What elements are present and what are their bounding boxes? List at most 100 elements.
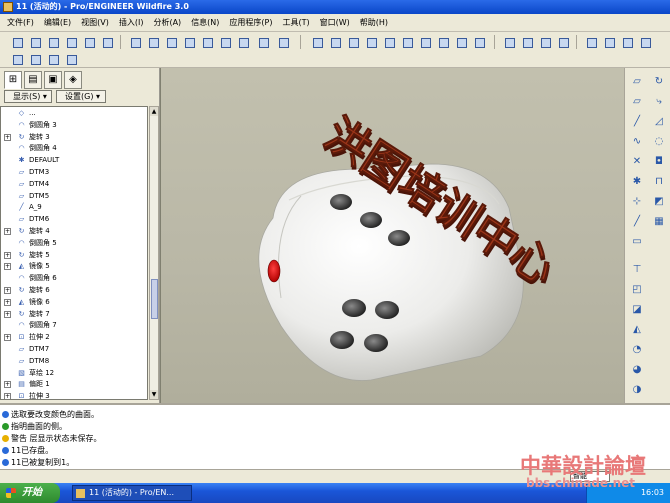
scroll-up-arrow-icon[interactable]: ▲: [150, 107, 158, 116]
regenerate-icon[interactable]: [236, 35, 250, 49]
tree-row[interactable]: + ◭ 镜像 5: [1, 260, 147, 272]
tree-row[interactable]: ◇...: [1, 107, 147, 119]
repaint-icon[interactable]: [310, 35, 324, 49]
find-icon[interactable]: [256, 35, 270, 49]
settings-dropdown[interactable]: 设置(G) ▾: [56, 90, 106, 103]
start-button[interactable]: 开始: [0, 483, 60, 503]
menu-help[interactable]: 帮助(H): [355, 14, 393, 32]
shell-tool-icon[interactable]: ◘: [653, 156, 665, 168]
datum-points-icon[interactable]: [620, 35, 634, 49]
new-file-icon[interactable]: [10, 35, 24, 49]
selection-box-icon[interactable]: [276, 35, 290, 49]
reorient-icon[interactable]: [418, 35, 432, 49]
datum-axes-icon[interactable]: [602, 35, 616, 49]
revolve-tool-icon[interactable]: ↻: [653, 76, 665, 88]
tree-row[interactable]: + ▤ 偏距 1: [1, 378, 147, 390]
point-tool-icon[interactable]: ✕: [631, 156, 643, 168]
spin-center-icon[interactable]: [328, 35, 342, 49]
context-help-icon[interactable]: [10, 52, 24, 66]
tree-row[interactable]: + ◭ 镜像 6: [1, 296, 147, 308]
analysis-tool-icon[interactable]: ⊹: [631, 196, 643, 208]
save-icon[interactable]: [46, 35, 60, 49]
menu-view[interactable]: 视图(V): [76, 14, 114, 32]
tree-row[interactable]: ◠ 倒圆角 6: [1, 272, 147, 284]
tree-row[interactable]: ▧ 草绘 12: [1, 367, 147, 379]
mirror-tool-icon[interactable]: ◭: [631, 324, 643, 336]
graphics-viewport[interactable]: 洪图培训中心 洪图培训中心: [160, 68, 624, 403]
expand-toggle-icon[interactable]: +: [4, 334, 11, 342]
tree-row[interactable]: ◠ 倒圆角 7: [1, 319, 147, 331]
folder-browser-tab[interactable]: ▤: [24, 71, 42, 89]
orient-mode-icon[interactable]: [346, 35, 360, 49]
refit-icon[interactable]: [400, 35, 414, 49]
hole-tool-icon[interactable]: ◌: [653, 136, 665, 148]
csys-tool-icon[interactable]: ✱: [631, 176, 643, 188]
tree-row[interactable]: + ⊡ 拉伸 3: [1, 390, 147, 399]
print-icon[interactable]: [64, 35, 78, 49]
email-link-icon[interactable]: [100, 35, 114, 49]
scroll-thumb[interactable]: [151, 279, 158, 319]
tree-row[interactable]: ▱ DTM7: [1, 343, 147, 355]
tree-row[interactable]: ▱ DTM8: [1, 355, 147, 367]
taskbar-item-proe[interactable]: 11 (活动的) - Pro/EN...: [72, 485, 192, 501]
expand-toggle-icon[interactable]: +: [4, 251, 11, 259]
no-hidden-icon[interactable]: [538, 35, 552, 49]
datum-plane-icon[interactable]: ▱: [631, 76, 643, 88]
merge-tool-icon[interactable]: ◕: [631, 364, 643, 376]
scroll-down-arrow-icon[interactable]: ▼: [150, 390, 158, 399]
curve-tool-icon[interactable]: ∿: [631, 136, 643, 148]
blend-tool-icon[interactable]: ◿: [653, 116, 665, 128]
tree-row[interactable]: + ↻ 旋转 4: [1, 225, 147, 237]
cut-icon[interactable]: [164, 35, 178, 49]
redo-icon[interactable]: [146, 35, 160, 49]
tree-row[interactable]: + ⊡ 拉伸 2: [1, 331, 147, 343]
chamfer-tool-icon[interactable]: ◪: [631, 304, 643, 316]
menu-edit[interactable]: 编辑(E): [39, 14, 76, 32]
expand-toggle-icon[interactable]: +: [4, 287, 11, 294]
grid-tool-icon[interactable]: ▦: [653, 216, 665, 228]
tree-row[interactable]: ▱ DTM3: [1, 166, 147, 178]
tree-row[interactable]: ╱ A_9: [1, 201, 147, 213]
tree-row[interactable]: ▱ DTM5: [1, 190, 147, 202]
trim-tool-icon[interactable]: ◑: [631, 384, 643, 396]
shading-icon[interactable]: [556, 35, 570, 49]
menu-info[interactable]: 信息(N): [186, 14, 224, 32]
model-tree-scrollbar[interactable]: ▲ ▼: [149, 106, 159, 400]
undo-icon[interactable]: [128, 35, 142, 49]
menu-tools[interactable]: 工具(T): [278, 14, 315, 32]
tree-row[interactable]: + ↻ 旋转 3: [1, 131, 147, 143]
sketch-tool-icon[interactable]: ╱: [631, 216, 643, 228]
round-tool-icon[interactable]: ◰: [631, 284, 643, 296]
coordinate-systems-icon[interactable]: [638, 35, 652, 49]
expand-toggle-icon[interactable]: +: [4, 133, 11, 141]
paste-special-icon[interactable]: [218, 35, 232, 49]
extrude-tool-icon[interactable]: ⊤: [631, 264, 643, 276]
model-tree-tab[interactable]: ⊞: [4, 71, 22, 89]
email-icon[interactable]: [82, 35, 96, 49]
paste-icon[interactable]: [200, 35, 214, 49]
connections-tab[interactable]: ◈: [64, 71, 82, 89]
axis-tool-icon[interactable]: ╱: [631, 116, 643, 128]
wireframe-icon[interactable]: [502, 35, 516, 49]
menu-window[interactable]: 窗口(W): [315, 14, 355, 32]
sketch-plane-icon[interactable]: ▭: [631, 236, 643, 248]
tree-row[interactable]: + ↻ 旋转 6: [1, 284, 147, 296]
expand-toggle-icon[interactable]: +: [4, 310, 11, 318]
sweep-tool-icon[interactable]: ⤷: [653, 96, 665, 108]
hidden-line-icon[interactable]: [520, 35, 534, 49]
zoom-out-icon[interactable]: [382, 35, 396, 49]
menu-analysis[interactable]: 分析(A): [148, 14, 186, 32]
tree-row[interactable]: + ↻ 旋转 7: [1, 308, 147, 320]
saved-views-icon[interactable]: [436, 35, 450, 49]
show-dropdown[interactable]: 显示(S) ▾: [4, 90, 52, 103]
copy-icon[interactable]: [182, 35, 196, 49]
menu-insert[interactable]: 插入(I): [114, 14, 149, 32]
model-display-icon[interactable]: [64, 52, 78, 66]
menu-applications[interactable]: 应用程序(P): [224, 14, 277, 32]
favorites-tab[interactable]: ▣: [44, 71, 62, 89]
open-file-icon[interactable]: [28, 35, 42, 49]
appearance-icon[interactable]: [46, 52, 60, 66]
pattern-tool-icon[interactable]: ◔: [631, 344, 643, 356]
draft-tool-icon[interactable]: ◩: [653, 196, 665, 208]
menu-file[interactable]: 文件(F): [2, 14, 39, 32]
